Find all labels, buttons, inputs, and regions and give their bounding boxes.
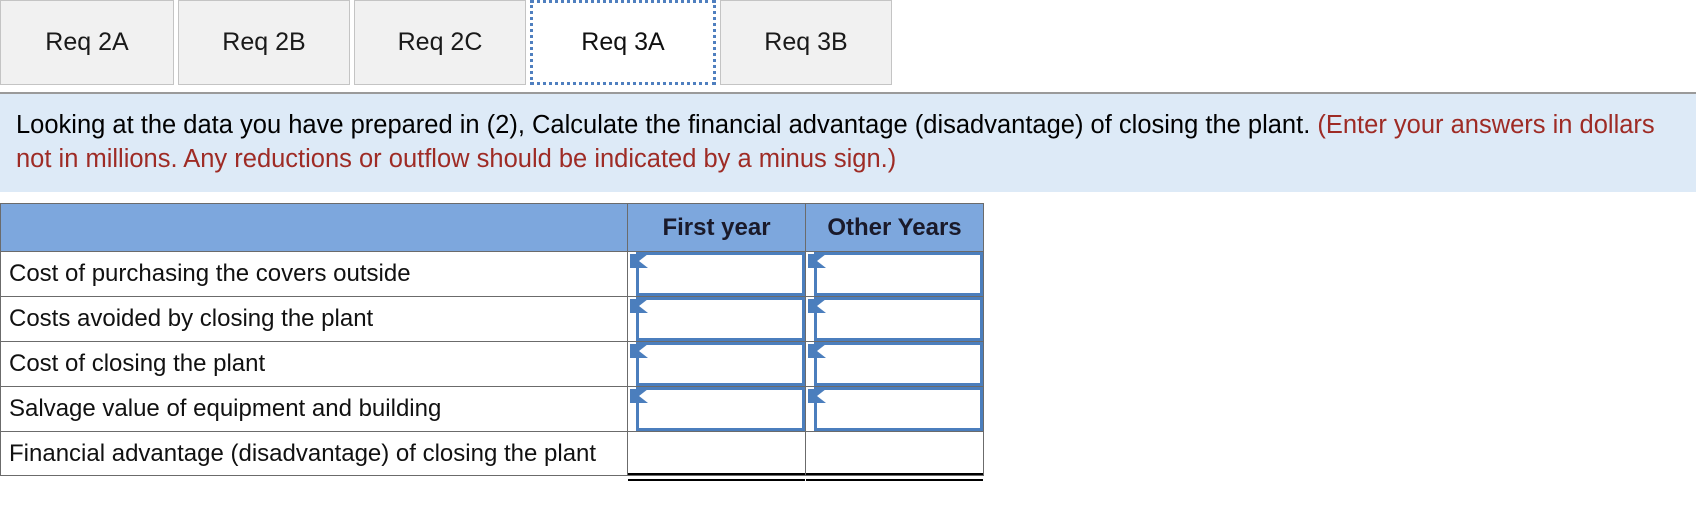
table-row: Costs avoided by closing the plant [0, 296, 984, 342]
financial-advantage-table: First year Other Years Cost of purchasin… [0, 203, 984, 481]
tab-label: Req 3B [764, 28, 848, 56]
cell-first-year-1[interactable] [627, 296, 806, 342]
table-row: Salvage value of equipment and building [0, 386, 984, 432]
input-other-years-0[interactable] [814, 252, 983, 296]
table-head: First year Other Years [0, 203, 984, 252]
table-row-total: Financial advantage (disadvantage) of cl… [0, 431, 984, 481]
cell-first-year-total[interactable] [627, 431, 806, 481]
tab-req-3a[interactable]: Req 3A [530, 0, 716, 85]
input-other-years-1[interactable] [814, 297, 983, 341]
input-first-year-2[interactable] [636, 342, 805, 386]
row-label-cost-of-closing: Cost of closing the plant [0, 341, 628, 387]
cell-other-years-3[interactable] [805, 386, 984, 432]
row-label-salvage-value: Salvage value of equipment and building [0, 386, 628, 432]
tab-req-3b[interactable]: Req 3B [720, 0, 892, 85]
instruction-panel: Looking at the data you have prepared in… [0, 92, 1696, 192]
tab-label: Req 2B [222, 28, 306, 56]
input-first-year-3[interactable] [636, 387, 805, 431]
answer-table-wrap: First year Other Years Cost of purchasin… [0, 192, 1696, 481]
tab-label: Req 2A [45, 28, 129, 56]
tab-req-2c[interactable]: Req 2C [354, 0, 526, 85]
row-label-cost-of-purchasing: Cost of purchasing the covers outside [0, 251, 628, 297]
cell-other-years-2[interactable] [805, 341, 984, 387]
tab-label: Req 2C [397, 28, 483, 56]
cell-other-years-total[interactable] [805, 431, 984, 481]
row-label-financial-advantage: Financial advantage (disadvantage) of cl… [0, 431, 628, 476]
tab-req-2b[interactable]: Req 2B [178, 0, 350, 85]
column-header-other-years: Other Years [805, 203, 984, 252]
cell-first-year-0[interactable] [627, 251, 806, 297]
input-other-years-total[interactable] [806, 432, 983, 475]
table-body: Cost of purchasing the covers outside Co… [0, 251, 984, 481]
cell-other-years-0[interactable] [805, 251, 984, 297]
input-other-years-2[interactable] [814, 342, 983, 386]
row-label-costs-avoided: Costs avoided by closing the plant [0, 296, 628, 342]
cell-other-years-1[interactable] [805, 296, 984, 342]
tab-bar: Req 2A Req 2B Req 2C Req 3A Req 3B [0, 0, 1696, 92]
column-header-label [0, 203, 628, 252]
tab-req-2a[interactable]: Req 2A [0, 0, 174, 85]
table-row: Cost of closing the plant [0, 341, 984, 387]
cell-first-year-2[interactable] [627, 341, 806, 387]
table-header-row: First year Other Years [0, 203, 984, 252]
table-row: Cost of purchasing the covers outside [0, 251, 984, 297]
instruction-main: Looking at the data you have prepared in… [16, 111, 1311, 139]
input-other-years-3[interactable] [814, 387, 983, 431]
cell-first-year-3[interactable] [627, 386, 806, 432]
input-first-year-total[interactable] [628, 432, 805, 475]
input-first-year-1[interactable] [636, 297, 805, 341]
input-first-year-0[interactable] [636, 252, 805, 296]
column-header-first-year: First year [627, 203, 806, 252]
tab-label: Req 3A [581, 28, 665, 56]
